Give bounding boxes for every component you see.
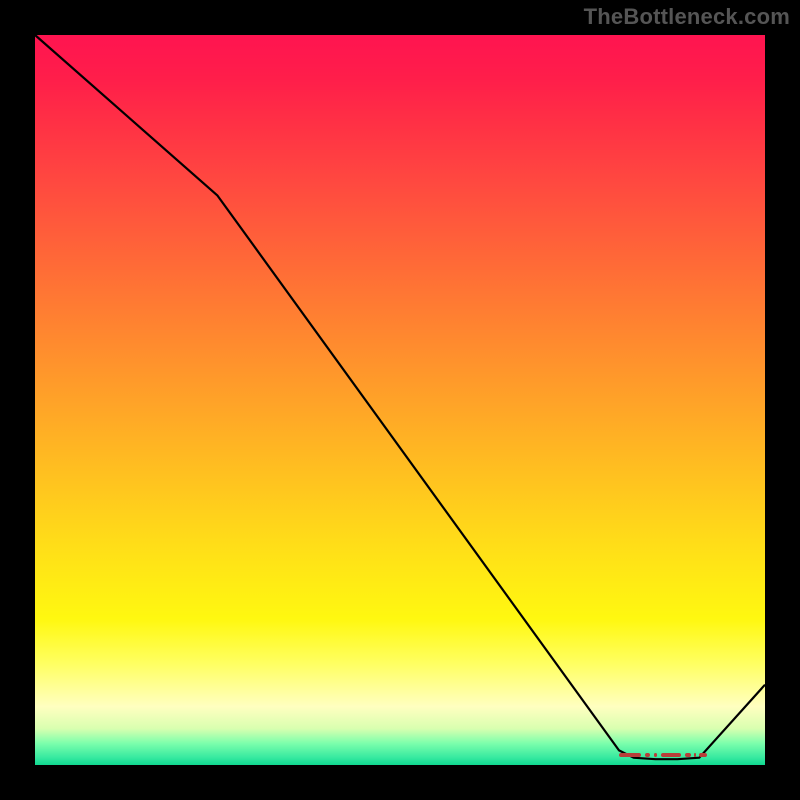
optimal-dash [654,753,657,757]
watermark-text: TheBottleneck.com [584,4,790,30]
optimal-dash [661,753,681,757]
optimal-dash [619,753,641,757]
curve-path [35,35,765,759]
optimal-dash [685,753,691,757]
chart-frame: TheBottleneck.com [0,0,800,800]
optimal-dash [699,753,706,757]
bottleneck-curve [35,35,765,765]
plot-area [35,35,765,765]
